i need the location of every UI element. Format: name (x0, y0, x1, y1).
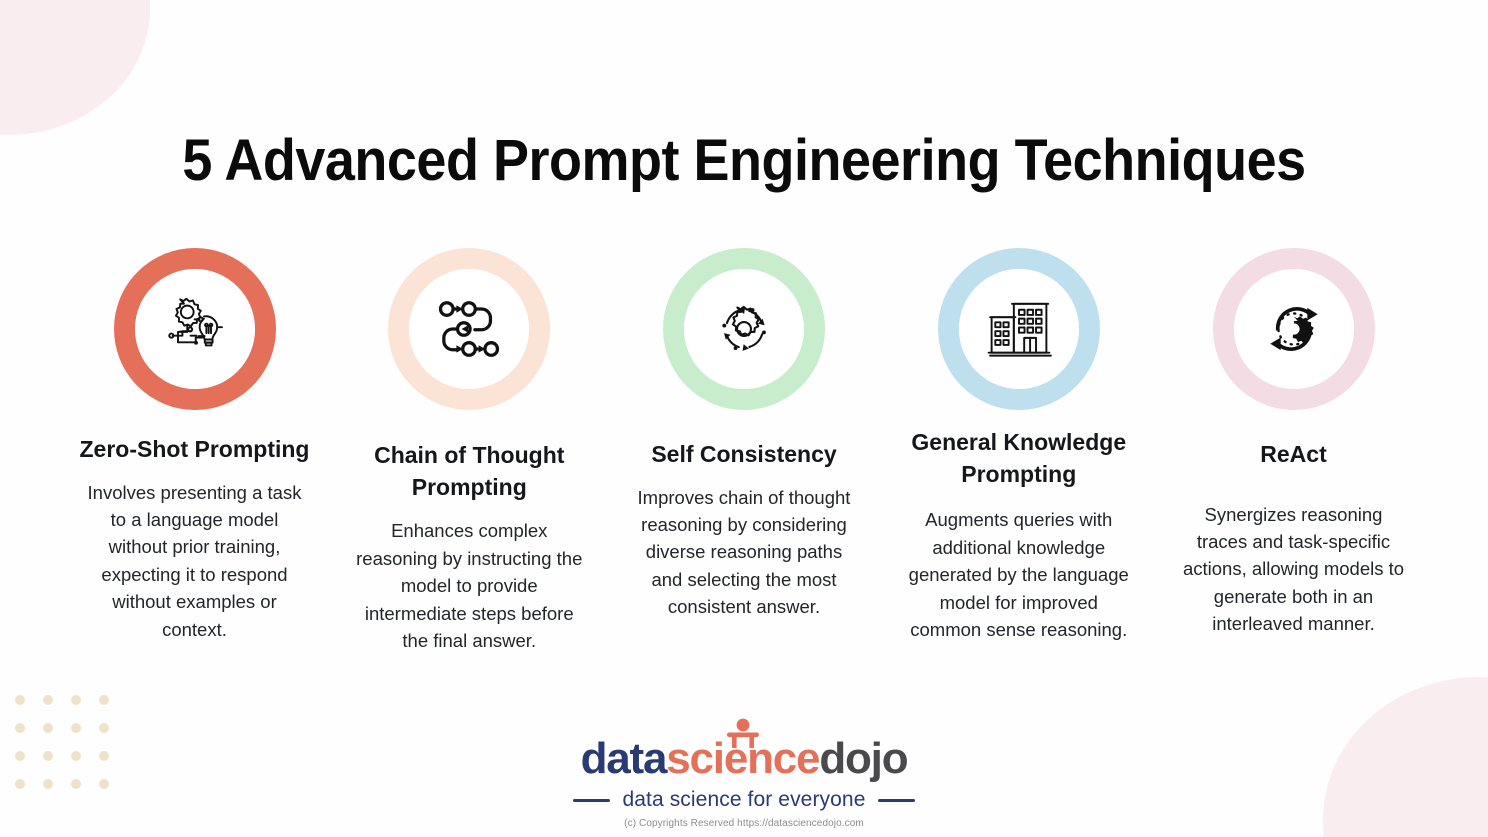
icon-ring-inner (684, 269, 804, 389)
icon-ring-inner (1233, 269, 1354, 389)
card-description: Involves presenting a task to a language… (87, 481, 302, 640)
logo-part-data: data (580, 734, 668, 783)
technique-card-chain-of-thought: Chain of Thought Prompting Enhances comp… (337, 248, 602, 654)
logo-part-science: science (666, 718, 821, 781)
card-description: Augments queries with additional knowled… (908, 509, 1129, 640)
tagline-rule-right (878, 798, 916, 802)
icon-ring-zero-shot (113, 248, 276, 410)
gear-lightbulb-circuit-icon (167, 297, 223, 347)
logo-tagline: data science for everyone (622, 788, 866, 811)
icon-ring-react (1212, 248, 1375, 410)
icon-ring-inner (958, 269, 1079, 389)
flow-nodes-arrows-icon (439, 301, 500, 357)
card-description: Enhances complex reasoning by instructin… (356, 520, 583, 651)
icon-ring-inner (409, 269, 530, 389)
card-title: Chain of Thought Prompting (374, 442, 565, 500)
datasciencedojo-logo[interactable]: data science dojo (580, 718, 909, 783)
logo-tagline-row: data science for everyone (572, 788, 916, 812)
card-description: Synergizes reasoning traces and task-spe… (1182, 503, 1405, 635)
footer-logo-block: data science dojo data science for every… (0, 718, 1488, 829)
gear-loop-arrows-icon (1269, 307, 1318, 351)
card-title: ReAct (1260, 441, 1327, 467)
card-title: Zero-Shot Prompting (79, 436, 310, 462)
technique-card-list: Zero-Shot Prompting Involves presenting … (62, 248, 1426, 654)
copyright-text: (c) Copyrights Reserved https://datascie… (624, 818, 864, 829)
technique-card-general-knowledge: General Knowledge Prompting Augments que… (886, 248, 1151, 643)
tagline-rule-left (572, 798, 610, 802)
icon-ring-inner (134, 269, 255, 389)
gear-circular-arrows-icon (722, 305, 766, 351)
infographic-canvas: 5 Advanced Prompt Engineering Techniques (0, 0, 1488, 837)
icon-ring-chain-of-thought (388, 248, 551, 410)
logo-part-dojo: dojo (819, 734, 908, 783)
technique-card-zero-shot: Zero-Shot Prompting Involves presenting … (62, 248, 327, 643)
torii-gate-icon (726, 718, 759, 748)
card-title: General Knowledge Prompting (911, 429, 1127, 487)
card-description: Improves chain of thought reasoning by c… (637, 486, 851, 618)
technique-card-react: ReAct Synergizes reasoning traces and ta… (1161, 248, 1426, 638)
blob-top-left-decoration (0, 0, 150, 135)
technique-card-self-consistency: Self Consistency Improves chain of thoug… (612, 248, 877, 621)
office-building-icon (987, 302, 1052, 357)
card-title: Self Consistency (651, 441, 837, 467)
icon-ring-general-knowledge (937, 248, 1100, 410)
page-title: 5 Advanced Prompt Engineering Techniques (182, 127, 1306, 193)
icon-ring-self-consistency (663, 248, 825, 410)
